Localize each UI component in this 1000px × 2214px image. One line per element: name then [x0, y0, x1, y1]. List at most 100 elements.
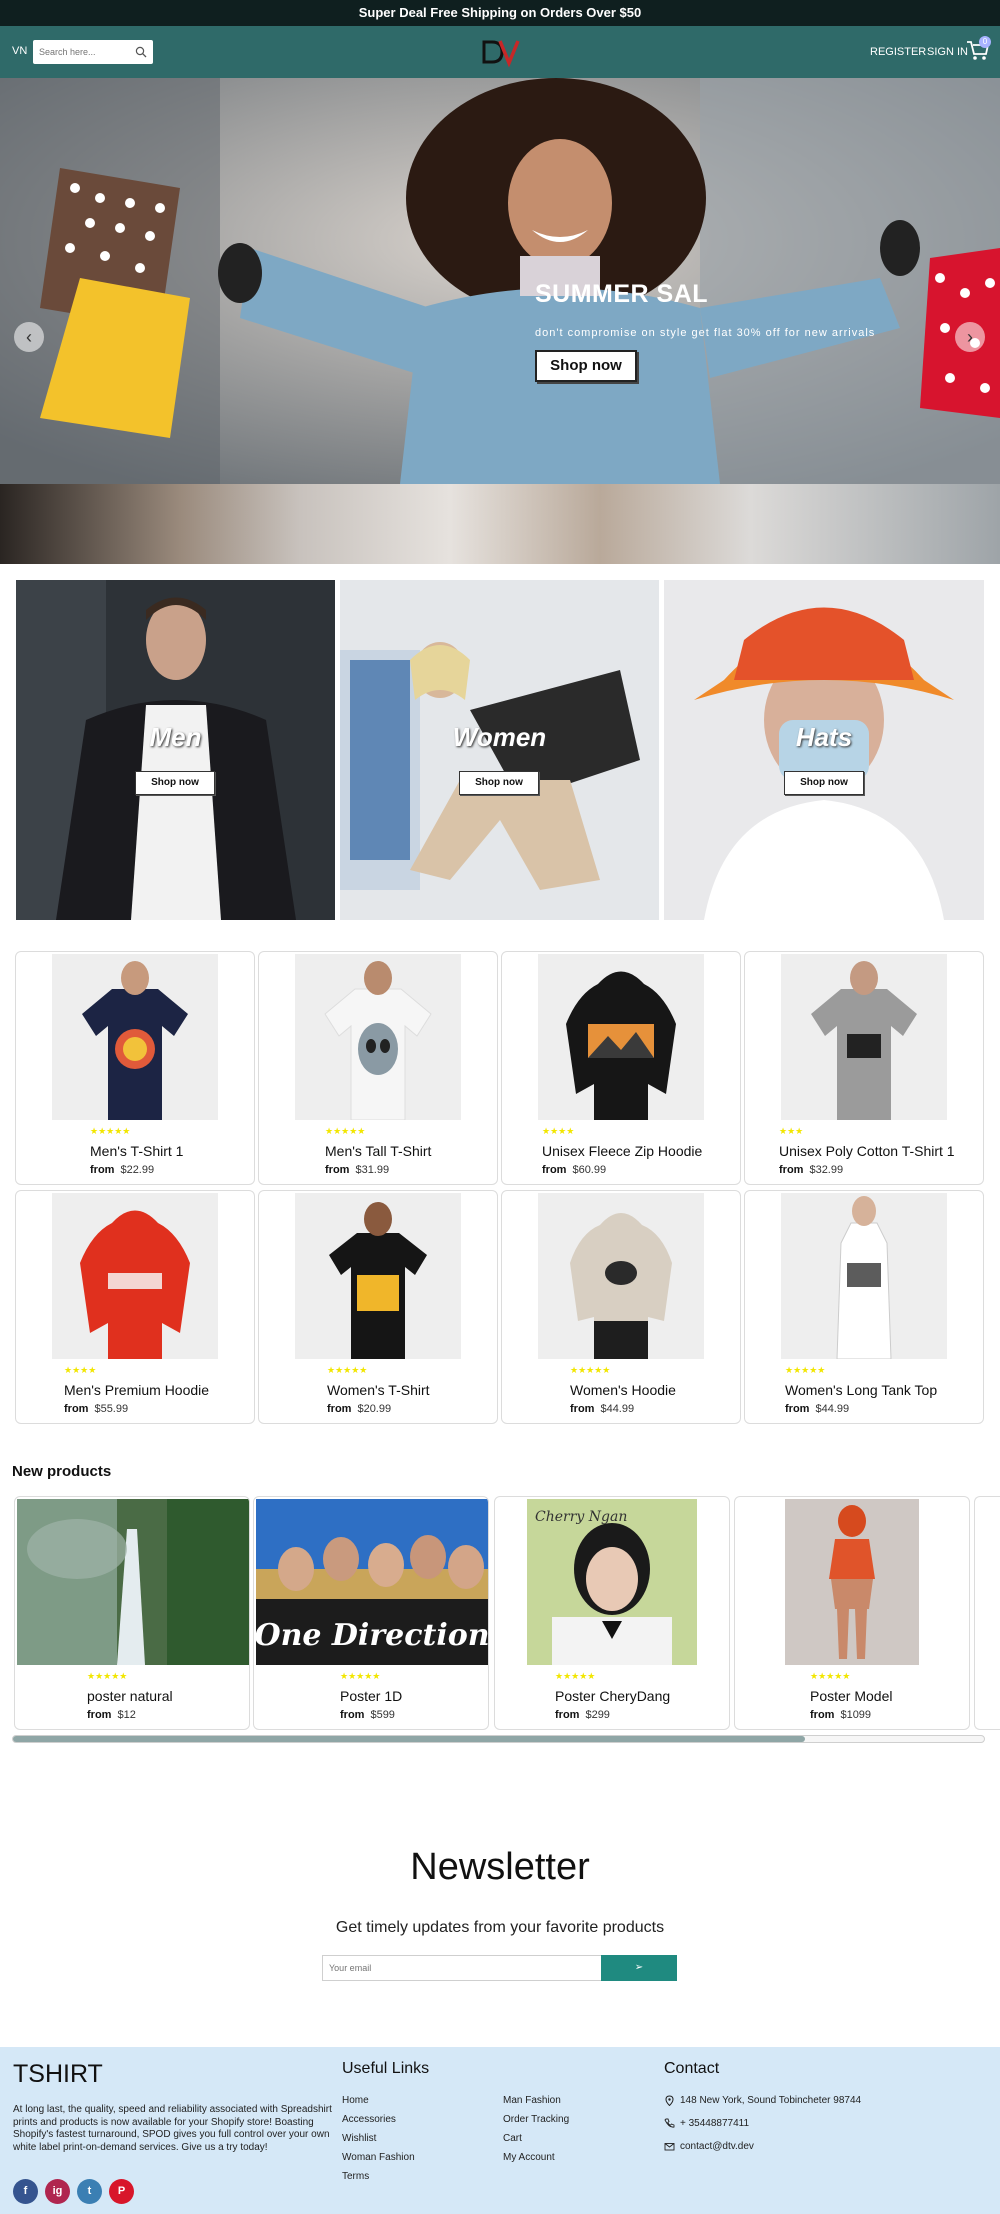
- slider-prev-button[interactable]: ‹: [14, 322, 44, 352]
- product-card[interactable]: ★★★ Unisex Poly Cotton T-Shirt 1 from $32…: [744, 951, 984, 1185]
- category-women[interactable]: Women Shop now: [340, 580, 659, 920]
- product-card[interactable]: ★★★★ Men's Premium Hoodie from $55.99: [15, 1190, 255, 1424]
- footer-link[interactable]: Wishlist: [342, 2133, 376, 2144]
- footer-link[interactable]: Order Tracking: [503, 2114, 569, 2125]
- footer-link[interactable]: Accessories: [342, 2114, 396, 2125]
- new-product-card[interactable]: Cherry Ngan ★★★★★ Poster CheryDang from $…: [494, 1496, 730, 1730]
- product-image: [295, 954, 461, 1120]
- product-name[interactable]: Poster 1D: [340, 1688, 402, 1704]
- category-men-shop-button[interactable]: Shop now: [135, 771, 215, 795]
- category-hats-shop-button[interactable]: Shop now: [784, 771, 864, 795]
- hero-shop-now-button[interactable]: Shop now: [535, 350, 637, 382]
- product-name[interactable]: Women's Hoodie: [570, 1382, 676, 1398]
- product-price: from $60.99: [542, 1164, 606, 1176]
- product-image: [538, 954, 704, 1120]
- price-value: $1099: [840, 1709, 872, 1721]
- product-price: from $32.99: [779, 1164, 843, 1176]
- new-product-card[interactable]: ★★★★★ poster natural from $12: [14, 1496, 250, 1730]
- pinterest-icon[interactable]: P: [109, 2179, 134, 2204]
- new-products-title: New products: [12, 1463, 112, 1480]
- price-value: $55.99: [94, 1403, 129, 1415]
- price-value: $20.99: [357, 1403, 392, 1415]
- price-from-label: from: [90, 1164, 115, 1176]
- instagram-icon[interactable]: ig: [45, 2179, 70, 2204]
- new-product-card[interactable]: ★★★★★ Poster Model from $1099: [734, 1496, 970, 1730]
- product-rating: ★★★★★: [810, 1671, 851, 1681]
- product-name[interactable]: Men's T-Shirt 1: [90, 1143, 183, 1159]
- product-card[interactable]: ★★★★★ Men's T-Shirt 1 from $22.99: [15, 951, 255, 1185]
- slider-next-button[interactable]: ›: [955, 322, 985, 352]
- product-name[interactable]: Men's Premium Hoodie: [64, 1382, 209, 1398]
- product-name[interactable]: Women's T-Shirt: [327, 1382, 430, 1398]
- footer-link[interactable]: Man Fashion: [503, 2095, 561, 2106]
- product-rating: ★★★★★: [340, 1671, 381, 1681]
- twitter-icon[interactable]: t: [77, 2179, 102, 2204]
- category-men[interactable]: Men Shop now: [16, 580, 335, 920]
- price-value: $60.99: [572, 1164, 607, 1176]
- product-price: from $20.99: [327, 1403, 391, 1415]
- product-name[interactable]: Unisex Poly Cotton T-Shirt 1: [779, 1143, 955, 1159]
- footer-link[interactable]: My Account: [503, 2152, 555, 2163]
- product-price: from $1099: [810, 1709, 871, 1721]
- footer-brand: TSHIRT: [13, 2060, 103, 2088]
- product-rating: ★★★: [779, 1126, 804, 1136]
- search-icon[interactable]: [135, 46, 147, 58]
- contact-email[interactable]: contact@dtv.dev: [680, 2141, 754, 2152]
- contact-address: 148 New York, Sound Tobincheter 98744: [680, 2095, 862, 2106]
- footer-link[interactable]: Home: [342, 2095, 369, 2106]
- product-rating: ★★★★: [542, 1126, 575, 1136]
- price-from-label: from: [64, 1403, 89, 1415]
- newsletter-email-input[interactable]: [322, 1955, 602, 1981]
- hero-subtitle: don't compromise on style get flat 30% o…: [535, 327, 876, 339]
- product-card[interactable]: ★★★★★ Women's Long Tank Top from $44.99: [744, 1190, 984, 1424]
- announcement-bar: Super Deal Free Shipping on Orders Over …: [0, 0, 1000, 26]
- product-name[interactable]: Unisex Fleece Zip Hoodie: [542, 1143, 702, 1159]
- product-name[interactable]: Poster Model: [810, 1688, 892, 1704]
- product-name[interactable]: poster natural: [87, 1688, 173, 1704]
- price-from-label: from: [542, 1164, 567, 1176]
- product-card[interactable]: ★★★★★ Women's Hoodie from $44.99: [501, 1190, 741, 1424]
- product-card[interactable]: ★★★★ Unisex Fleece Zip Hoodie from $60.99: [501, 951, 741, 1185]
- product-name[interactable]: Poster CheryDang: [555, 1688, 670, 1704]
- product-price: from $44.99: [570, 1403, 634, 1415]
- hero-secondary-slide: [0, 484, 1000, 564]
- language-selector[interactable]: VN: [12, 45, 27, 57]
- product-price: from $31.99: [325, 1164, 389, 1176]
- new-product-card[interactable]: One Direction ★★★★★ Poster 1D from $599: [253, 1496, 489, 1730]
- footer-link[interactable]: Cart: [503, 2133, 522, 2144]
- newsletter-submit-button[interactable]: ➢: [601, 1955, 677, 1981]
- footer-link[interactable]: Woman Fashion: [342, 2152, 415, 2163]
- price-value: $299: [585, 1709, 610, 1721]
- product-card[interactable]: ★★★★★ Women's T-Shirt from $20.99: [258, 1190, 498, 1424]
- product-name[interactable]: Men's Tall T-Shirt: [325, 1143, 431, 1159]
- category-women-shop-button[interactable]: Shop now: [459, 771, 539, 795]
- price-from-label: from: [570, 1403, 595, 1415]
- site-logo[interactable]: [478, 36, 522, 68]
- price-value: $599: [370, 1709, 395, 1721]
- category-hats[interactable]: Hats Shop now: [664, 580, 984, 920]
- product-image: [17, 1499, 249, 1665]
- new-product-card-partial[interactable]: [974, 1496, 1000, 1730]
- search-input[interactable]: [33, 40, 129, 64]
- price-from-label: from: [327, 1403, 352, 1415]
- register-link[interactable]: REGISTER: [870, 46, 926, 58]
- price-value: $32.99: [809, 1164, 844, 1176]
- hero-image: [0, 78, 1000, 484]
- product-name[interactable]: Women's Long Tank Top: [785, 1382, 937, 1398]
- hero-banner: SUMMER SAL don't compromise on style get…: [0, 78, 1000, 564]
- footer-description: At long last, the quality, speed and rel…: [13, 2104, 332, 2153]
- newsletter-title: Newsletter: [410, 1846, 590, 1888]
- product-card[interactable]: ★★★★★ Men's Tall T-Shirt from $31.99: [258, 951, 498, 1185]
- facebook-icon[interactable]: f: [13, 2179, 38, 2204]
- product-image: [785, 1499, 919, 1665]
- poster-1d-overlay-text: One Direction: [256, 1618, 488, 1653]
- scrollbar-thumb[interactable]: [13, 1736, 805, 1742]
- product-price: from $44.99: [785, 1403, 849, 1415]
- product-rating: ★★★★★: [785, 1365, 826, 1375]
- contact-phone: + 35448877411: [680, 2118, 750, 2129]
- horizontal-scrollbar[interactable]: [12, 1735, 985, 1743]
- sign-in-link[interactable]: SIGN IN: [927, 46, 968, 58]
- contact-title: Contact: [664, 2060, 720, 2077]
- product-image: [781, 1193, 947, 1359]
- footer-link[interactable]: Terms: [342, 2171, 369, 2182]
